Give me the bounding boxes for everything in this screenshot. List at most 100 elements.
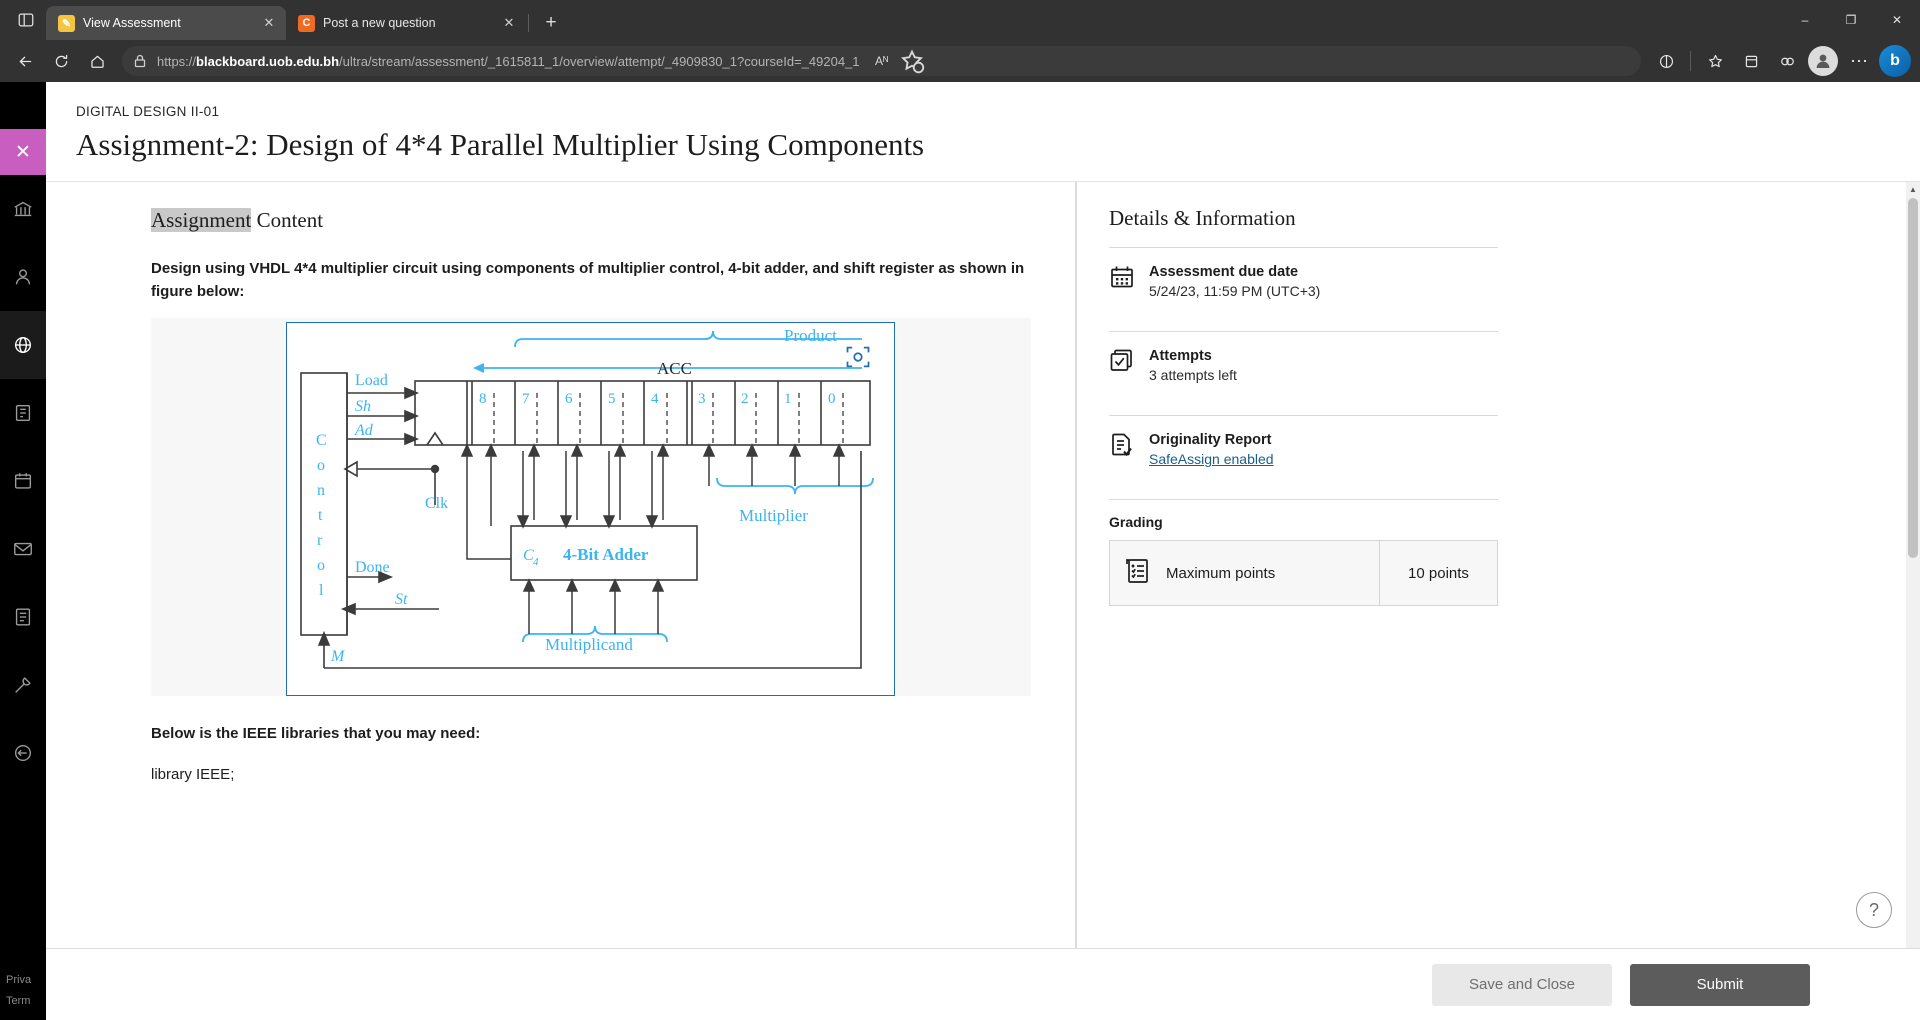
grading-section-label: Grading [1109, 514, 1163, 530]
app-left-rail: ✕ Priva Term [0, 82, 46, 1020]
page-scrollbar[interactable]: ▲ [1906, 182, 1920, 948]
page-body: Assignment Content Design using VHDL 4*4… [46, 182, 1920, 948]
url-prefix: https:// [157, 53, 197, 69]
globe-icon[interactable] [0, 311, 46, 379]
new-tab-button[interactable]: + [537, 9, 565, 37]
svg-text:5: 5 [608, 391, 616, 407]
course-name: DIGITAL DESIGN II-01 [76, 104, 220, 119]
page-viewport: ✕ Priva Term DIGITAL DESIGN II-01 Assign… [0, 82, 1920, 1020]
tab-title: View Assessment [83, 16, 181, 30]
collections-icon[interactable] [1734, 45, 1768, 77]
address-bar[interactable]: https://blackboard.uob.edu.bh/ultra/stre… [122, 46, 1641, 76]
ieee-library-code: library IEEE; [151, 765, 235, 783]
tab-overview-button[interactable] [6, 0, 46, 40]
close-panel-button[interactable]: ✕ [0, 129, 46, 175]
back-button[interactable] [8, 45, 42, 77]
svg-text:o: o [317, 557, 325, 574]
tab-close-icon[interactable]: ✕ [500, 14, 518, 32]
question-mark-icon[interactable]: ? [1856, 892, 1892, 928]
chegg-c-icon: C [298, 14, 315, 32]
divider [1109, 331, 1498, 332]
tab-divider [528, 14, 529, 32]
detail-originality-report: Originality Report SafeAssign enabled [1109, 430, 1498, 483]
settings-and-more-button[interactable]: ⋯ [1842, 45, 1876, 77]
copilot-button[interactable]: b [1878, 45, 1912, 77]
multiplier-circuit-svg: Product ACC Load Sh Ad Clk Done St M C 4… [300, 326, 874, 669]
rail-footer: Priva Term [0, 970, 46, 1012]
tab-post-a-new-question[interactable]: C Post a new question ✕ [286, 6, 526, 40]
svg-text:o: o [317, 457, 325, 474]
assignment-content-heading-highlight: Assignment [151, 208, 252, 232]
scrollbar-thumb[interactable] [1908, 198, 1918, 558]
column-divider [1075, 182, 1076, 948]
grades-icon[interactable] [0, 583, 46, 651]
courses-icon[interactable] [0, 379, 46, 447]
browser-essentials-icon[interactable] [1770, 45, 1804, 77]
refresh-button[interactable] [44, 45, 78, 77]
terms-link[interactable]: Term [6, 991, 46, 1012]
pencil-icon: ✎ [58, 14, 75, 32]
add-to-favorites-icon[interactable] [899, 48, 925, 74]
detail-value: 3 attempts left [1149, 367, 1237, 383]
detail-label: Assessment due date [1149, 264, 1299, 280]
grading-table: Maximum points 10 points [1109, 540, 1498, 606]
grading-row-label: Maximum points [1166, 564, 1276, 582]
safeassign-link[interactable]: SafeAssign enabled [1149, 451, 1274, 467]
browser-toolbar: https://blackboard.uob.edu.bh/ultra/stre… [0, 40, 1920, 82]
signout-icon[interactable] [0, 719, 46, 787]
assignment-content-heading-rest: Content [251, 208, 324, 232]
svg-text:Multiplicand: Multiplicand [545, 635, 633, 654]
assignment-content-heading: Assignment Content [151, 208, 1036, 233]
svg-text:Ad: Ad [354, 422, 374, 439]
profile-icon[interactable] [0, 243, 46, 311]
assessment-footer: ? Save and Close Submit [46, 892, 1920, 1020]
split-screen-icon[interactable] [1649, 45, 1683, 77]
svg-text:ACC: ACC [657, 359, 692, 378]
detail-due-date: Assessment due date 5/24/23, 11:59 PM (U… [1109, 262, 1498, 315]
copilot-icon: b [1879, 45, 1911, 77]
profile-icon[interactable] [1806, 45, 1840, 77]
tab-close-icon[interactable]: ✕ [260, 14, 278, 32]
tab-view-assessment[interactable]: ✎ View Assessment ✕ [46, 6, 286, 40]
minimize-button[interactable]: – [1782, 0, 1828, 40]
home-button[interactable] [80, 45, 114, 77]
svg-text:Multiplier: Multiplier [739, 506, 808, 525]
svg-text:Product: Product [784, 326, 837, 345]
svg-text:l: l [319, 582, 324, 599]
figure-container: ••• [151, 317, 1031, 696]
browser-window: ✎ View Assessment ✕ C Post a new questio… [0, 0, 1920, 1020]
svg-text:C: C [316, 432, 327, 449]
favorites-icon[interactable] [1698, 45, 1732, 77]
detail-label: Attempts [1149, 348, 1212, 364]
details-and-information-panel: Details & Information Assessment due dat… [1076, 182, 1546, 948]
toolbar-divider [1690, 51, 1691, 71]
privacy-link[interactable]: Priva [6, 970, 46, 991]
avatar[interactable] [1808, 46, 1838, 76]
page-title: Assignment-2: Design of 4*4 Parallel Mul… [76, 127, 925, 162]
institution-icon[interactable] [0, 175, 46, 243]
detail-label: Originality Report [1149, 432, 1272, 448]
detail-text: Attempts 3 attempts left [1149, 348, 1237, 385]
tab-title: Post a new question [323, 16, 436, 30]
maximize-button[interactable]: ❐ [1828, 0, 1874, 40]
circuit-diagram-figure[interactable]: Product ACC Load Sh Ad Clk Done St M C 4… [286, 321, 895, 696]
svg-text:r: r [317, 532, 323, 549]
scroll-up-arrow[interactable]: ▲ [1906, 182, 1920, 196]
svg-text:6: 6 [565, 391, 573, 407]
svg-text:0: 0 [828, 391, 836, 407]
close-window-button[interactable]: ✕ [1874, 0, 1920, 40]
messages-icon[interactable] [0, 515, 46, 583]
originality-report-icon [1109, 432, 1135, 458]
svg-text:7: 7 [522, 391, 530, 407]
submit-button[interactable]: Submit [1630, 963, 1810, 1006]
calendar-icon[interactable] [0, 447, 46, 515]
ieee-libraries-note: Below is the IEEE libraries that you may… [151, 724, 481, 742]
save-and-close-button[interactable]: Save and Close [1432, 963, 1612, 1006]
read-aloud-icon[interactable]: Aᴺ [869, 48, 895, 74]
svg-text:St: St [395, 591, 408, 608]
divider [1109, 499, 1498, 500]
svg-text:1: 1 [784, 391, 792, 407]
details-panel-title: Details & Information [1109, 206, 1296, 230]
tools-icon[interactable] [0, 651, 46, 719]
grading-row-label-cell: Maximum points [1110, 541, 1379, 605]
